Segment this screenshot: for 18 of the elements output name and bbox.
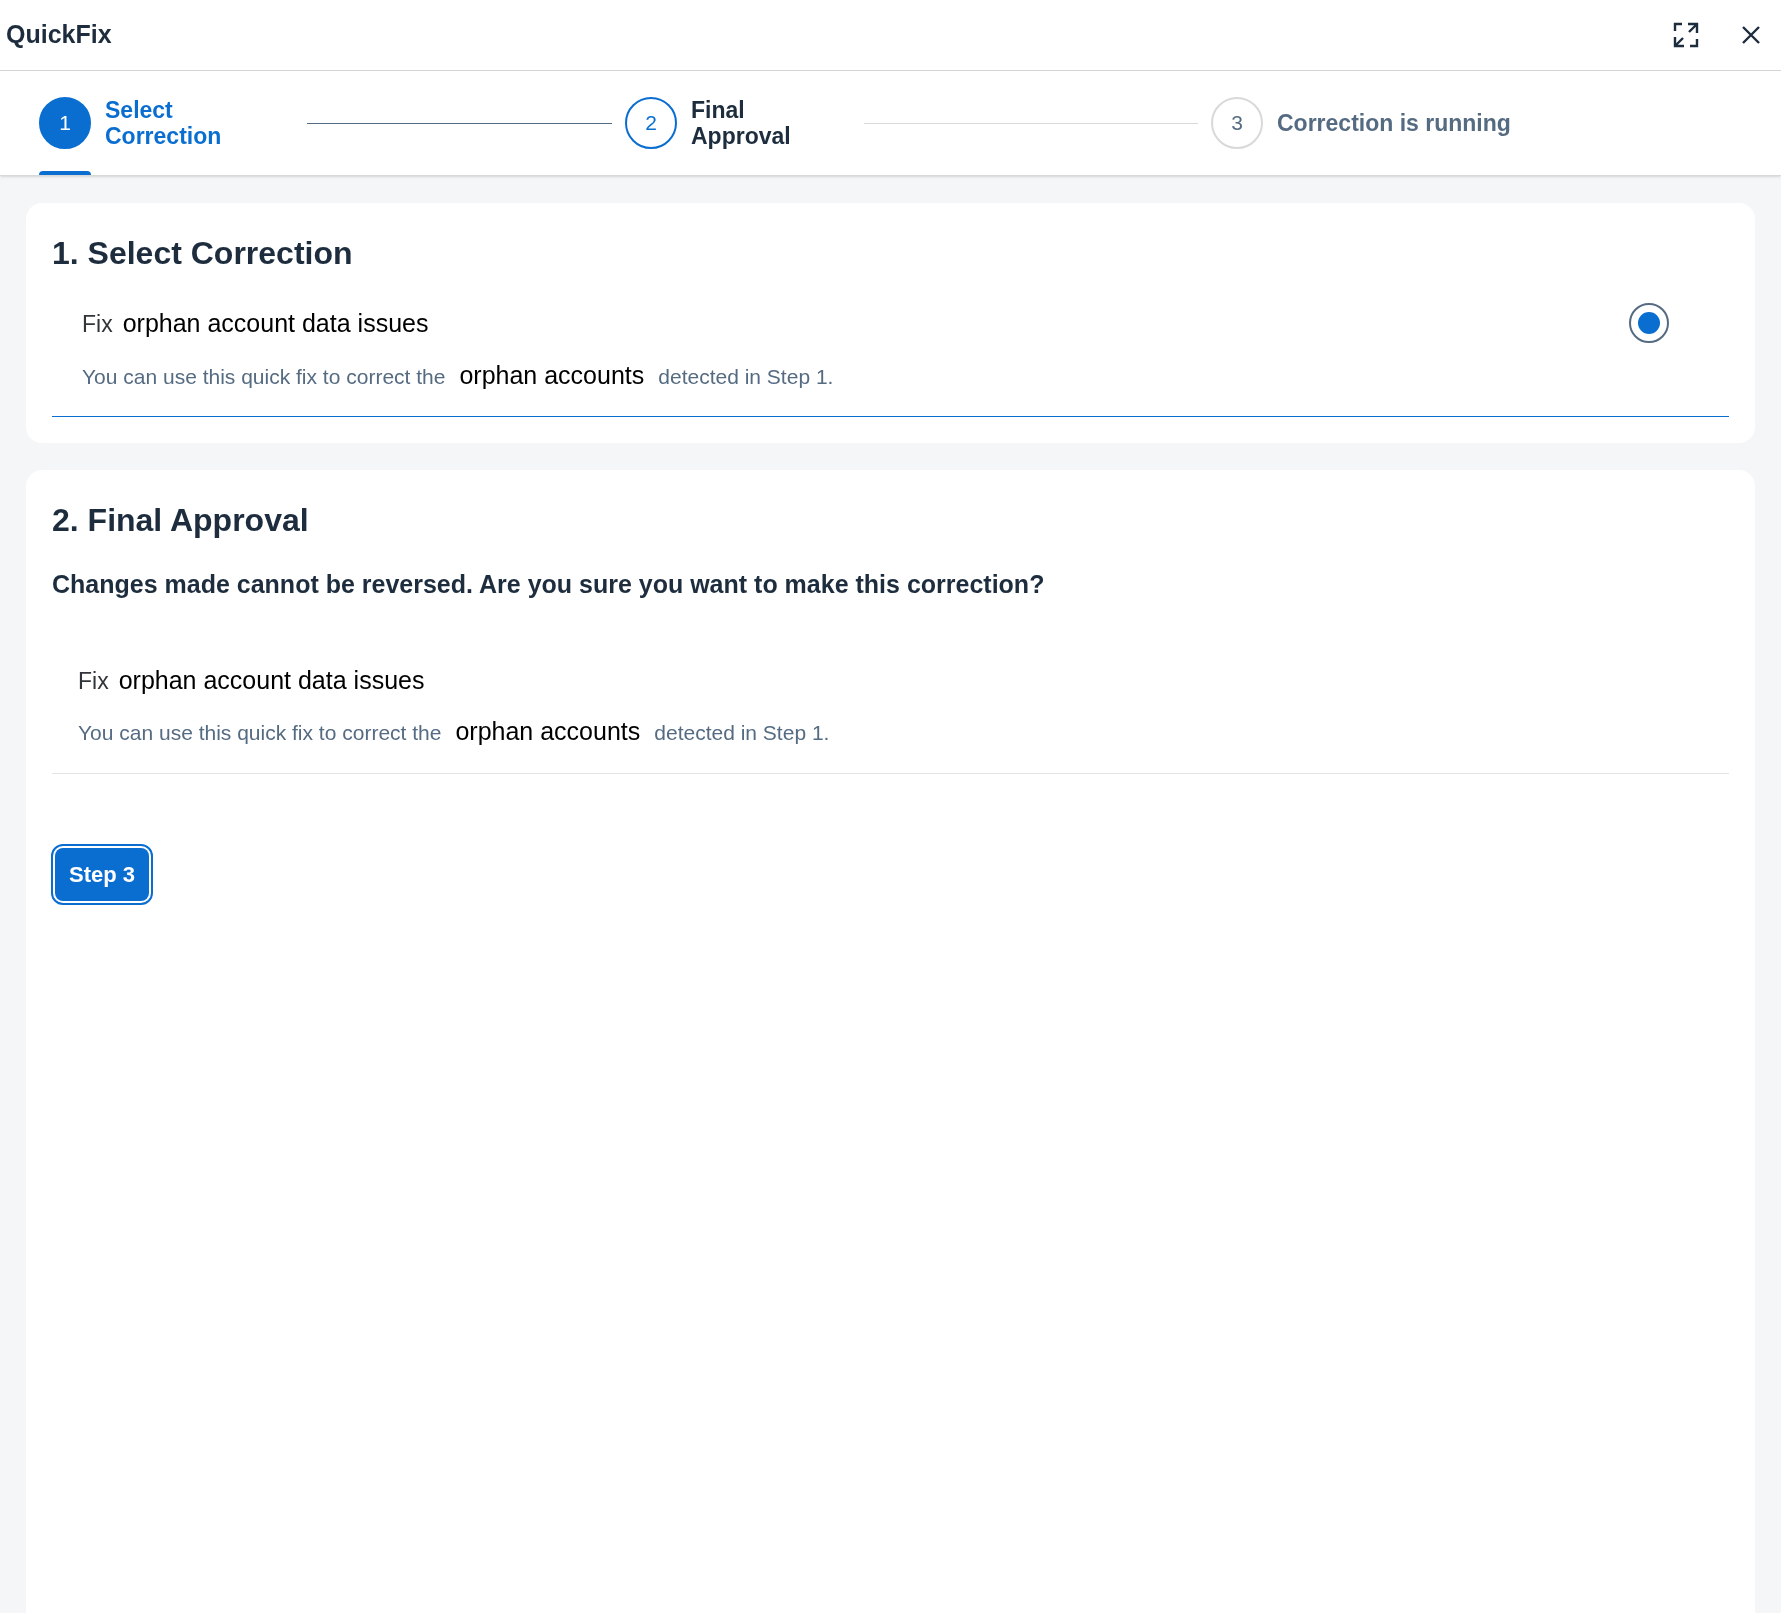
expand-icon[interactable] bbox=[1673, 22, 1699, 48]
step-label[interactable]: Correction is running bbox=[1277, 105, 1511, 141]
option-description: You can use this quick fix to correct the orphan accounts detected in Step 1. bbox=[82, 359, 834, 391]
close-icon[interactable] bbox=[1741, 25, 1761, 45]
section-heading: 2. Final Approval bbox=[52, 501, 310, 540]
active-step-indicator bbox=[39, 171, 91, 175]
radio-button[interactable] bbox=[1629, 303, 1669, 343]
option-description: You can use this quick fix to correct the orphan accounts detected in Step 1. bbox=[78, 716, 830, 747]
step-number[interactable]: 2 bbox=[625, 97, 677, 149]
step-number[interactable]: 1 bbox=[39, 97, 91, 149]
step-label[interactable]: Select Correction bbox=[105, 97, 255, 149]
step-label[interactable]: Final Approval bbox=[691, 97, 841, 149]
section-heading: 1. Select Correction bbox=[52, 234, 354, 273]
option-title: Fix orphan account data issues bbox=[78, 664, 426, 696]
step-number[interactable]: 3 bbox=[1211, 97, 1263, 149]
confirmation-question: Changes made cannot be reversed. Are you sure you want to make this correction? bbox=[52, 569, 1046, 600]
option-title: Fix orphan account data issues bbox=[82, 308, 430, 339]
window-title: QuickFix bbox=[6, 19, 112, 51]
